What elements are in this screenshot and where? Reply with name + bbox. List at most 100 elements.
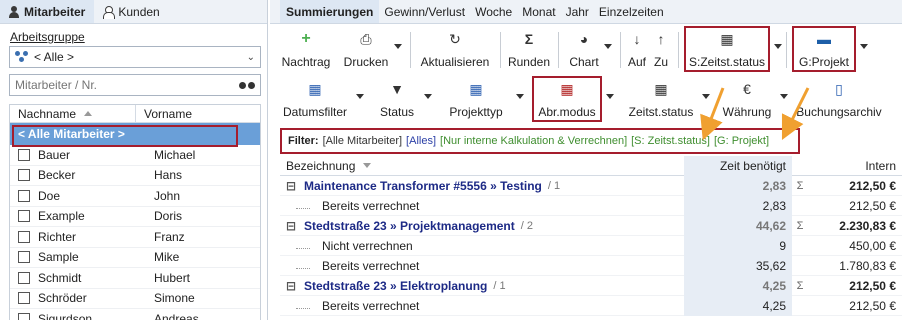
filter-billing[interactable]: [Nur interne Kalkulation & Verrechnen] — [440, 135, 627, 147]
dropdown-arrow-icon[interactable] — [604, 44, 612, 49]
toolbar-separator — [620, 32, 621, 68]
column-header-bezeichnung[interactable]: Bezeichnung — [280, 159, 684, 173]
employee-checkbox[interactable] — [18, 189, 30, 202]
tab-jahr[interactable]: Jahr — [561, 0, 594, 23]
report-pane: Summierungen Gewinn/Verlust Woche Monat Jahr… — [270, 0, 902, 320]
archive-icon: ▯ — [835, 81, 843, 97]
group-row[interactable]: ⊟ Maintenance Transformer #5556 » Testing… — [280, 175, 902, 196]
dropdown-arrow-icon[interactable] — [774, 44, 782, 49]
employee-firstname: Doris — [154, 209, 183, 224]
employee-checkbox[interactable] — [18, 292, 30, 305]
column-header-nachname[interactable]: Nachname — [10, 105, 136, 122]
pie-chart-icon: ◕ — [579, 31, 589, 47]
employee-row[interactable]: Bauer Michael — [10, 145, 260, 166]
filter-all-employees[interactable]: [Alle Mitarbeiter] — [323, 135, 402, 147]
tab-summierungen[interactable]: Summierungen — [280, 0, 380, 23]
tab-woche[interactable]: Woche — [470, 0, 517, 23]
filter-g-project[interactable]: [G: Projekt] — [714, 135, 769, 147]
column-header-vorname[interactable]: Vorname — [136, 105, 192, 122]
employee-row[interactable]: Example Doris — [10, 207, 260, 227]
sort-desc-button[interactable]: ↑ Zu — [650, 26, 672, 74]
waehrung-button[interactable]: € Währung — [718, 76, 788, 124]
detail-row[interactable]: Bereits verrechnet 4,25 212,50 € — [280, 295, 902, 316]
all-employees-row[interactable]: < Alle Mitarbeiter > — [10, 123, 260, 147]
employee-firstname: Andreas — [154, 311, 199, 320]
binoculars-icon[interactable] — [239, 80, 255, 90]
calculator-icon: ▦ — [720, 31, 734, 47]
buchungsarchiv-button[interactable]: ▯ Buchungsarchiv — [794, 76, 884, 124]
employee-lastname: Bauer — [38, 147, 71, 162]
employee-row[interactable]: Sigurdson Andreas — [10, 309, 260, 320]
zeitst-status-group-button[interactable]: ▦ S:Zeitst.status — [686, 26, 782, 74]
employee-row[interactable]: Sample Mike — [10, 248, 260, 268]
search-input[interactable] — [15, 78, 215, 92]
employee-checkbox[interactable] — [18, 210, 30, 223]
left-tab-bar: Mitarbeiter Kunden — [0, 0, 267, 24]
tab-einzelzeiten[interactable]: Einzelzeiten — [594, 0, 669, 23]
projekt-group-button[interactable]: ▬ G:Projekt — [794, 26, 868, 74]
tab-kunden[interactable]: Kunden — [94, 0, 168, 23]
collapse-icon[interactable]: ⊟ — [284, 219, 298, 233]
dropdown-arrow-icon[interactable] — [424, 94, 432, 99]
intern-cell: 1.780,83 € — [839, 258, 896, 273]
tab-mitarbeiter[interactable]: Mitarbeiter — [0, 0, 95, 23]
detail-row[interactable]: Bereits verrechnet 35,62 1.780,83 € — [280, 255, 902, 276]
detail-name: Bereits verrechnet — [322, 298, 420, 313]
chart-button[interactable]: ◕ Chart — [566, 26, 612, 74]
employee-row[interactable]: Schröder Simone — [10, 289, 260, 309]
filter-all[interactable]: [Alles] — [406, 135, 436, 147]
group-count: / 1 — [493, 279, 506, 292]
employee-row[interactable]: Richter Franz — [10, 227, 260, 248]
employee-checkbox[interactable] — [18, 148, 30, 161]
workgroup-select[interactable]: < Alle > ⌄ — [9, 46, 261, 68]
group-row[interactable]: ⊟ Stedtstraße 23 » Elektroplanung / 1 4,25 Σ… — [280, 275, 902, 296]
dropdown-arrow-icon[interactable] — [702, 94, 710, 99]
filter-s-status[interactable]: [S: Zeitst.status] — [631, 135, 710, 147]
dropdown-arrow-icon[interactable] — [356, 94, 364, 99]
runden-button[interactable]: Σ Runden — [506, 26, 552, 74]
time-cell: 35,62 — [684, 255, 792, 276]
collapse-icon[interactable]: ⊟ — [284, 179, 298, 193]
employee-row[interactable]: Doe John — [10, 186, 260, 207]
aktualisieren-button[interactable]: ↻ Aktualisieren — [418, 26, 492, 74]
sum-indicator: Σ — [796, 279, 804, 292]
column-header-intern[interactable]: Intern — [792, 159, 902, 173]
zeitst-status-filter-button[interactable]: ▦ Zeitst.status — [624, 76, 710, 124]
status-filter-button[interactable]: ▼ Status — [370, 76, 432, 124]
dropdown-arrow-icon[interactable] — [606, 94, 614, 99]
detail-row[interactable]: Nicht verrechnen 9 450,00 € — [280, 235, 902, 256]
nachtrag-button[interactable]: + Nachtrag — [280, 26, 332, 74]
time-cell: 2,83 — [684, 175, 792, 196]
dropdown-arrow-icon[interactable] — [394, 44, 402, 49]
drucken-button[interactable]: ⎙ Drucken — [340, 26, 402, 74]
grid-icon: ▦ — [469, 81, 483, 97]
dropdown-arrow-icon[interactable] — [860, 44, 868, 49]
employee-row[interactable]: Schmidt Hubert — [10, 268, 260, 289]
dropdown-arrow-icon[interactable] — [516, 94, 524, 99]
employee-row[interactable]: Becker Hans — [10, 166, 260, 186]
collapse-icon[interactable]: ⊟ — [284, 279, 298, 293]
projekttyp-button[interactable]: ▦ Projekttyp — [440, 76, 524, 124]
employee-firstname: Mike — [154, 250, 180, 265]
column-header-zeit[interactable]: Zeit benötigt — [684, 155, 792, 176]
employee-checkbox[interactable] — [18, 230, 30, 243]
detail-name: Bereits verrechnet — [322, 198, 420, 213]
tab-monat[interactable]: Monat — [517, 0, 560, 23]
employee-rows: Bauer Michael Becker Hans Doe John Example Dori… — [10, 145, 260, 320]
employee-search[interactable] — [9, 74, 261, 96]
detail-row[interactable]: Bereits verrechnet 2,83 212,50 € — [280, 195, 902, 216]
group-row[interactable]: ⊟ Stedtstraße 23 » Projektmanagement / 2 44… — [280, 215, 902, 236]
employee-checkbox[interactable] — [18, 271, 30, 284]
employee-checkbox[interactable] — [18, 169, 30, 182]
toolbar-separator — [500, 32, 501, 68]
table-header: Bezeichnung Zeit benötigt Intern — [280, 155, 902, 176]
employee-checkbox[interactable] — [18, 251, 30, 264]
datumsfilter-button[interactable]: ▦ Datumsfilter — [280, 76, 364, 124]
dropdown-arrow-icon[interactable] — [780, 94, 788, 99]
abr-modus-button[interactable]: ▦ Abr.modus — [534, 76, 614, 124]
tab-gewinn-verlust[interactable]: Gewinn/Verlust — [379, 0, 470, 23]
arrow-down-icon: ↓ — [633, 31, 641, 47]
sort-asc-button[interactable]: ↓ Auf — [626, 26, 648, 74]
employee-checkbox[interactable] — [18, 312, 30, 320]
time-cell: 4,25 — [684, 275, 792, 296]
